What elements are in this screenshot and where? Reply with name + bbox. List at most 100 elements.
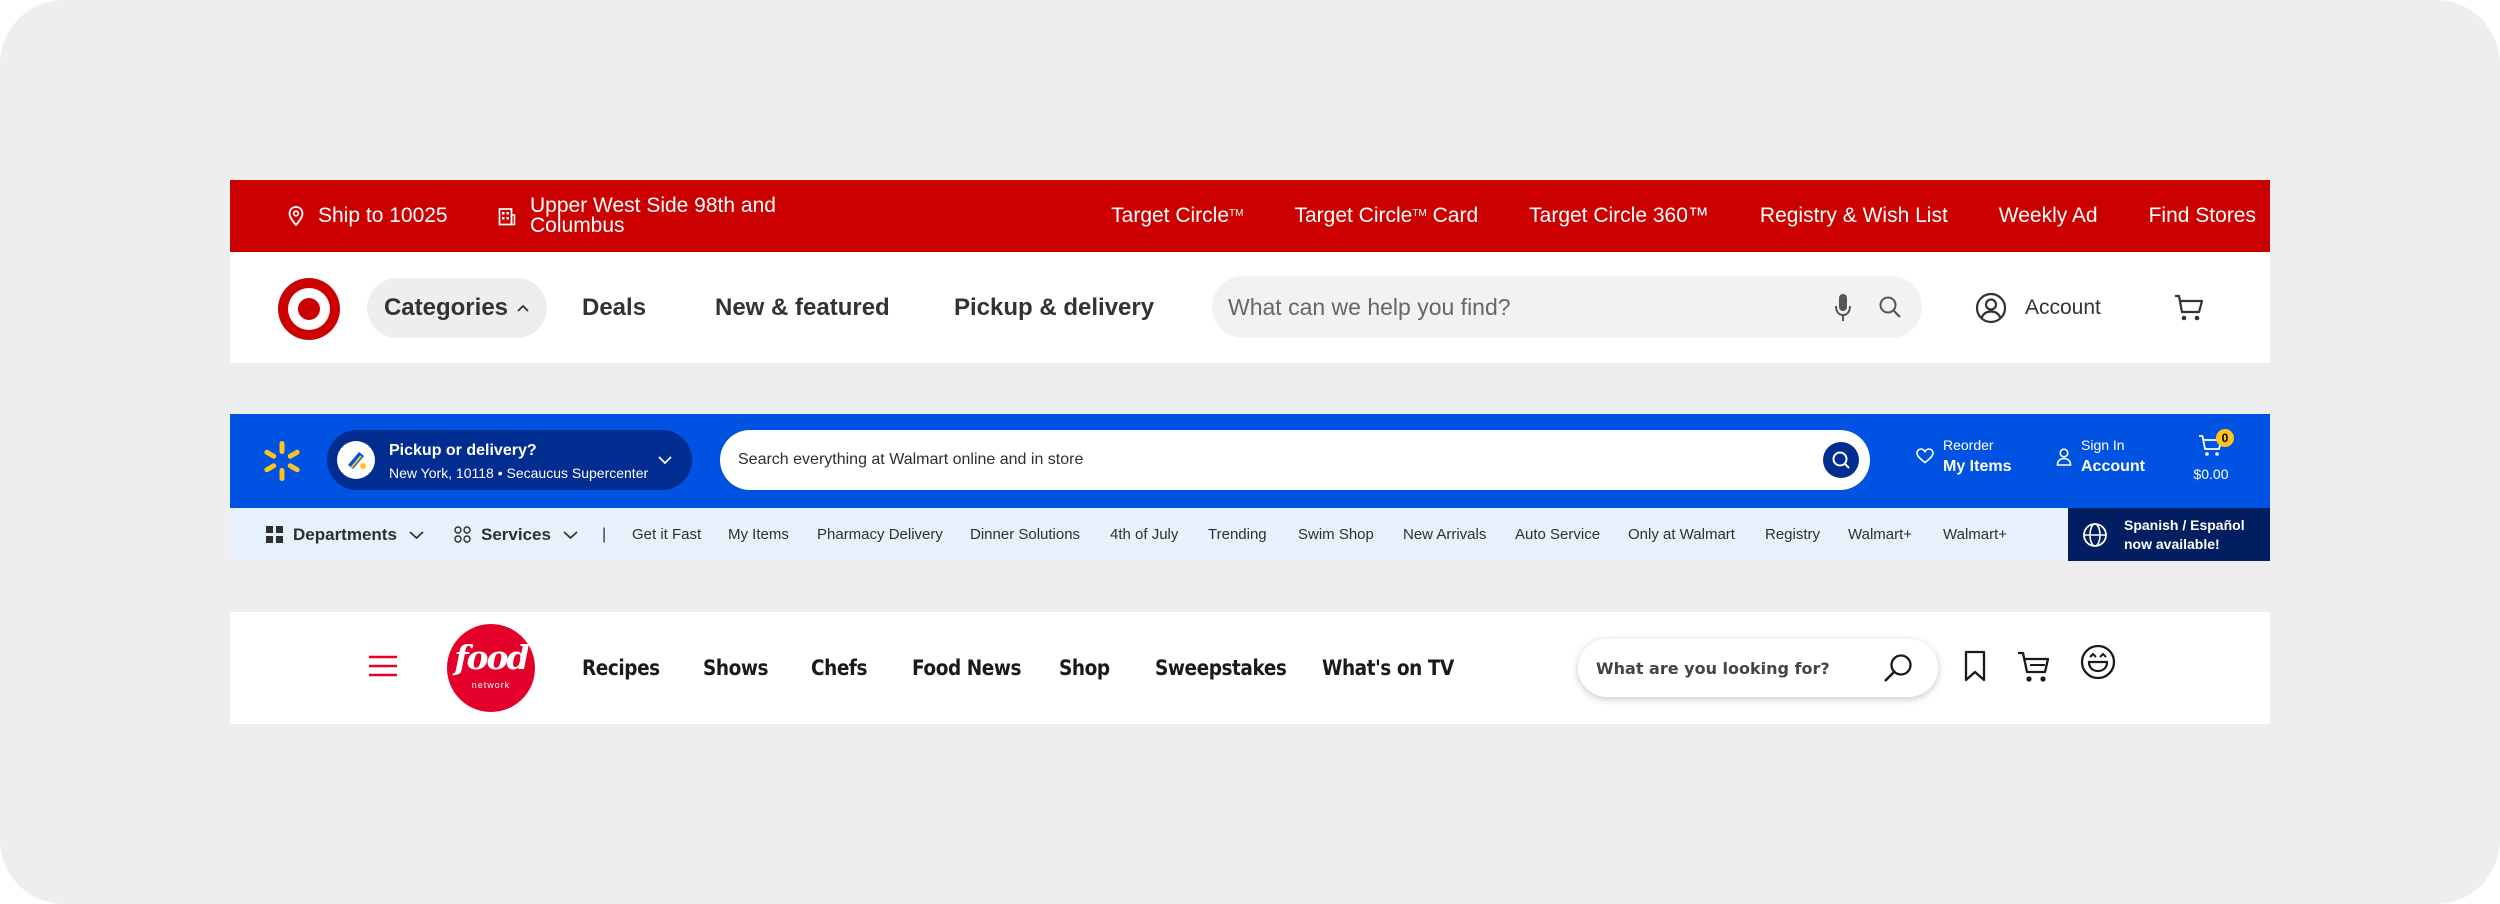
nav-whats-on-tv[interactable]: What's on TV — [1322, 612, 1454, 724]
sign-in-account-button[interactable]: Sign In Account — [2056, 434, 2145, 478]
cart-total: $0.00 — [2193, 466, 2229, 482]
walmart-search-input[interactable] — [738, 430, 1738, 490]
subnav-get-it-fast[interactable]: Get it Fast — [632, 508, 701, 561]
grid-icon — [266, 526, 283, 543]
reorder-label: Reorder — [1943, 437, 1994, 453]
spanish-available-banner[interactable]: Spanish / Español now available! — [2068, 508, 2270, 561]
categories-label: Categories — [383, 294, 509, 321]
spanish-line-1: Spanish / Español — [2124, 516, 2245, 533]
nav-shows[interactable]: Shows — [703, 612, 768, 724]
trademark-mark: TM — [1412, 208, 1427, 219]
subnav-divider: | — [602, 525, 607, 543]
reorder-my-items-button[interactable]: Reorder My Items — [1916, 434, 2011, 478]
services-icon — [454, 526, 471, 543]
services-label: Services — [481, 524, 551, 544]
nav-deals[interactable]: Deals — [582, 278, 646, 338]
nav-chefs[interactable]: Chefs — [811, 612, 868, 724]
chevron-down-icon — [409, 530, 424, 539]
chevron-down-icon — [563, 530, 578, 539]
services-menu[interactable]: Services — [454, 508, 578, 561]
pickup-title: Pickup or delivery? — [389, 442, 537, 459]
nav-sweepstakes[interactable]: Sweepstakes — [1155, 612, 1287, 724]
nav-food-news[interactable]: Food News — [912, 612, 1021, 724]
user-icon — [2056, 448, 2072, 466]
bookmark-icon[interactable] — [1963, 650, 1987, 682]
sign-in-label: Sign In — [2081, 437, 2125, 453]
registry-wish-list-link[interactable]: Registry & Wish List — [1760, 204, 1948, 228]
logo-sub: network — [471, 680, 511, 690]
subnav-registry[interactable]: Registry — [1765, 508, 1820, 561]
pickup-delivery-selector[interactable]: Pickup or delivery? New York, 10118 • Se… — [327, 430, 692, 490]
spanish-line-2: now available! — [2124, 535, 2220, 552]
target-circle-card-label: Target Circle — [1294, 204, 1413, 227]
target-circle-360-link[interactable]: Target Circle 360™ — [1529, 204, 1709, 228]
food-network-header: food network Recipes Shows Chefs Food Ne… — [230, 612, 2270, 724]
walmart-search-button[interactable] — [1823, 442, 1859, 478]
subnav-walmart-plus[interactable]: Walmart+ — [1943, 508, 2007, 561]
walmart-subnav: Departments Services | Get it Fast My It… — [230, 508, 2270, 561]
categories-button[interactable]: Categories — [367, 278, 547, 338]
spark-logo[interactable] — [262, 441, 302, 481]
trademark-mark: TM — [1229, 208, 1244, 219]
food-search-bar — [1578, 639, 1938, 697]
cart-icon[interactable] — [2017, 650, 2051, 684]
walmart-cart-button[interactable]: 0 $0.00 — [2188, 428, 2234, 494]
location-pin-icon — [288, 206, 304, 226]
chevron-down-icon — [658, 456, 672, 465]
account-button[interactable]: Account — [1975, 278, 2101, 338]
logo-word: food — [454, 638, 529, 677]
nav-pickup-delivery[interactable]: Pickup & delivery — [954, 278, 1154, 338]
subnav-only-at-walmart[interactable]: Only at Walmart — [1628, 508, 1735, 561]
globe-icon — [2083, 522, 2107, 547]
pickup-location: New York, 10118 • Secaucus Supercenter — [389, 465, 649, 481]
search-icon[interactable] — [1882, 652, 1914, 684]
find-stores-link[interactable]: Find Stores — [2149, 204, 2256, 228]
microphone-icon[interactable] — [1834, 293, 1852, 323]
subnav-my-items[interactable]: My Items — [728, 508, 789, 561]
my-items-label: My Items — [1943, 458, 2012, 475]
subnav-walmart-plus[interactable]: Walmart+ — [1848, 508, 1912, 561]
departments-label: Departments — [293, 524, 397, 544]
target-circle-label: Target Circle — [1111, 204, 1230, 227]
delivery-icon — [337, 441, 375, 479]
account-label: Account — [2081, 458, 2145, 475]
target-search-bar — [1212, 276, 1922, 338]
target-circle-link[interactable]: Target CircleTM — [1111, 204, 1243, 228]
nav-recipes[interactable]: Recipes — [582, 612, 660, 724]
search-icon — [1832, 451, 1850, 469]
subnav-swim-shop[interactable]: Swim Shop — [1298, 508, 1374, 561]
bullseye-logo[interactable] — [278, 278, 340, 340]
card-suffix: Card — [1426, 204, 1479, 227]
nav-shop[interactable]: Shop — [1059, 612, 1110, 724]
ship-to-link[interactable]: Ship to 10025 — [288, 180, 448, 252]
subnav-dinner-solutions[interactable]: Dinner Solutions — [970, 508, 1080, 561]
account-label: Account — [2025, 296, 2101, 319]
smiley-profile-icon[interactable] — [2080, 644, 2116, 680]
store-icon — [498, 208, 516, 226]
weekly-ad-link[interactable]: Weekly Ad — [1999, 204, 2098, 228]
target-main-nav: Categories Deals New & featured Pickup &… — [230, 252, 2270, 363]
cart-count-badge: 0 — [2216, 429, 2234, 447]
walmart-search-bar — [720, 430, 1870, 490]
food-search-input[interactable] — [1596, 639, 1866, 697]
ship-to-label: Ship to 10025 — [318, 204, 448, 227]
subnav-pharmacy-delivery[interactable]: Pharmacy Delivery — [817, 508, 943, 561]
search-icon[interactable] — [1878, 295, 1902, 319]
subnav-new-arrivals[interactable]: New Arrivals — [1403, 508, 1486, 561]
departments-menu[interactable]: Departments — [266, 508, 424, 561]
target-circle-card-link[interactable]: Target CircleTM Card — [1294, 204, 1478, 228]
food-network-logo[interactable]: food network — [447, 624, 535, 712]
store-link[interactable]: Upper West Side 98th and Columbus — [498, 180, 790, 252]
store-label: Upper West Side 98th and Columbus — [530, 194, 776, 237]
hamburger-menu-icon[interactable] — [368, 654, 398, 678]
walmart-header: Pickup or delivery? New York, 10118 • Se… — [230, 414, 2270, 508]
heart-icon — [1916, 448, 1934, 464]
subnav-auto-service[interactable]: Auto Service — [1515, 508, 1600, 561]
subnav-4th-of-july[interactable]: 4th of July — [1110, 508, 1178, 561]
target-top-links: Target CircleTM Target CircleTM Card Tar… — [1060, 180, 2256, 252]
target-search-input[interactable] — [1228, 276, 1788, 338]
target-top-bar: Ship to 10025 Upper West Side 98th and C… — [230, 180, 2270, 252]
subnav-trending[interactable]: Trending — [1208, 508, 1267, 561]
cart-icon[interactable] — [2174, 294, 2204, 322]
nav-new-featured[interactable]: New & featured — [715, 278, 890, 338]
